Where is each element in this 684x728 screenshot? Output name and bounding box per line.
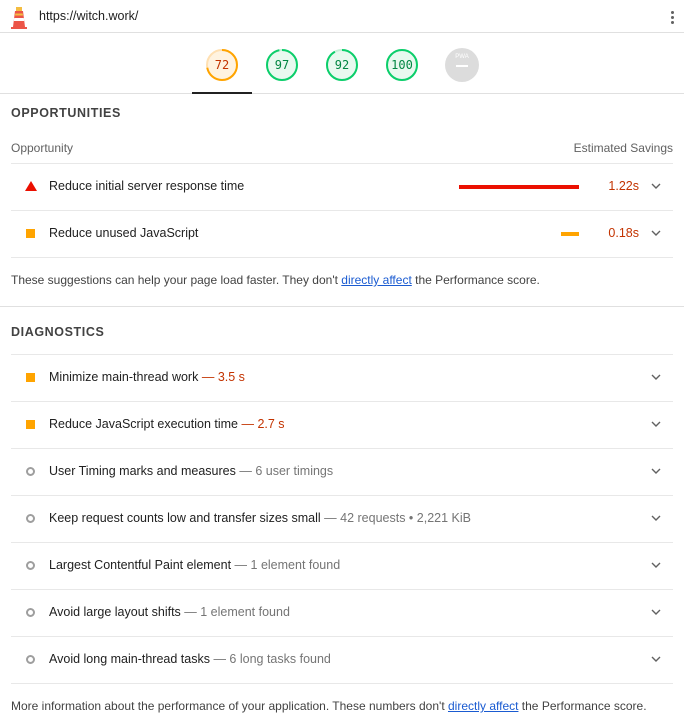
savings-bar <box>561 232 579 236</box>
chevron-down-icon[interactable] <box>651 654 661 664</box>
note-text: the Performance score. <box>411 273 540 287</box>
score-value: 97 <box>274 58 290 72</box>
diagnostic-row[interactable]: User Timing marks and measures — 6 user … <box>11 448 673 495</box>
diagnostic-separator: — <box>231 558 251 572</box>
average-square-icon <box>26 373 35 382</box>
diagnostic-title-text: Avoid large layout shifts <box>49 605 181 619</box>
diagnostic-title: Largest Contentful Paint element — 1 ele… <box>49 558 340 572</box>
opportunity-row-server-response[interactable]: Reduce initial server response time 1.22… <box>11 163 673 210</box>
score-gauge-performance[interactable]: 72 <box>205 48 239 82</box>
opportunity-row-unused-js[interactable]: Reduce unused JavaScript 0.18s <box>11 210 673 257</box>
info-circle-icon <box>26 467 35 476</box>
diagnostic-display-value: 42 requests • 2,221 KiB <box>340 511 471 525</box>
diagnostic-display-value: 6 long tasks found <box>229 652 331 666</box>
fail-triangle-icon <box>25 181 37 191</box>
savings-bar <box>459 185 579 189</box>
page-url: https://witch.work/ <box>39 9 139 23</box>
opportunity-title: Reduce unused JavaScript <box>49 226 199 240</box>
divider <box>11 257 673 258</box>
active-tab-indicator <box>192 92 252 94</box>
top-bar: https://witch.work/ <box>0 0 684 33</box>
score-gauges: 72 97 92 100 PWA <box>0 34 684 94</box>
diagnostic-row[interactable]: Minimize main-thread work — 3.5 s <box>11 354 673 401</box>
note-text: More information about the performance o… <box>11 699 448 713</box>
savings-value: 1.22s <box>608 179 639 193</box>
chevron-down-icon[interactable] <box>651 228 661 238</box>
note-text: These suggestions can help your page loa… <box>11 273 342 287</box>
diagnostic-title: Avoid large layout shifts — 1 element fo… <box>49 605 290 619</box>
note-text: the Performance score. <box>518 699 647 713</box>
diagnostics-note: More information about the performance o… <box>11 699 647 713</box>
diagnostic-title: Minimize main-thread work — 3.5 s <box>49 370 245 384</box>
directly-affect-link[interactable]: directly affect <box>448 699 518 713</box>
chevron-down-icon[interactable] <box>651 560 661 570</box>
diagnostic-title-text: Keep request counts low and transfer siz… <box>49 511 321 525</box>
opportunities-note: These suggestions can help your page loa… <box>11 273 540 287</box>
diagnostic-title: Keep request counts low and transfer siz… <box>49 511 471 525</box>
estimated-savings-column-header: Estimated Savings <box>573 141 673 155</box>
info-circle-icon <box>26 655 35 664</box>
average-square-icon <box>26 229 35 238</box>
diagnostic-separator: — <box>180 605 201 619</box>
diagnostic-title-text: Reduce JavaScript execution time <box>49 417 238 431</box>
section-divider <box>0 306 684 307</box>
diagnostic-title-text: Minimize main-thread work <box>49 370 199 384</box>
diagnostic-title-text: User Timing marks and measures <box>49 464 236 478</box>
diagnostic-title: Avoid long main-thread tasks — 6 long ta… <box>49 652 331 666</box>
pwa-dash <box>456 65 468 67</box>
info-circle-icon <box>26 561 35 570</box>
diagnostic-title-text: Largest Contentful Paint element <box>49 558 232 572</box>
chevron-down-icon[interactable] <box>651 513 661 523</box>
opportunity-column-header: Opportunity <box>11 141 74 155</box>
score-value: 92 <box>334 58 350 72</box>
diagnostic-row[interactable]: Reduce JavaScript execution time — 2.7 s <box>11 401 673 448</box>
diagnostic-separator: — <box>198 370 218 384</box>
info-circle-icon <box>26 608 35 617</box>
diagnostic-separator: — <box>235 464 256 478</box>
diagnostic-title: Reduce JavaScript execution time — 2.7 s <box>49 417 285 431</box>
chevron-down-icon[interactable] <box>651 372 661 382</box>
savings-value: 0.18s <box>608 226 639 240</box>
kebab-menu-icon[interactable] <box>664 7 680 27</box>
opportunities-heading: OPPORTUNITIES <box>11 106 121 120</box>
diagnostic-row[interactable]: Avoid large layout shifts — 1 element fo… <box>11 589 673 636</box>
pwa-badge-icon: PWA <box>445 48 479 82</box>
score-gauge-pwa[interactable]: PWA <box>445 48 479 82</box>
divider <box>11 683 673 684</box>
diagnostic-separator: — <box>209 652 230 666</box>
pwa-label: PWA <box>455 54 469 60</box>
diagnostic-display-value: 1 element found <box>250 558 341 572</box>
chevron-down-icon[interactable] <box>651 466 661 476</box>
score-value: 100 <box>391 58 413 72</box>
diagnostic-display-value: 6 user timings <box>255 464 334 478</box>
lighthouse-logo-icon[interactable] <box>9 5 29 29</box>
info-circle-icon <box>26 514 35 523</box>
chevron-down-icon[interactable] <box>651 607 661 617</box>
diagnostics-heading: DIAGNOSTICS <box>11 325 105 339</box>
diagnostic-separator: — <box>237 417 258 431</box>
score-value: 72 <box>214 58 230 72</box>
diagnostic-display-value: 1 element found <box>200 605 290 619</box>
chevron-down-icon[interactable] <box>651 181 661 191</box>
average-square-icon <box>26 420 35 429</box>
diagnostic-separator: — <box>320 511 341 525</box>
score-gauge-accessibility[interactable]: 97 <box>265 48 299 82</box>
opportunity-title: Reduce initial server response time <box>49 179 245 193</box>
diagnostic-title: User Timing marks and measures — 6 user … <box>49 464 333 478</box>
diagnostic-row[interactable]: Avoid long main-thread tasks — 6 long ta… <box>11 636 673 683</box>
diagnostic-row[interactable]: Keep request counts low and transfer siz… <box>11 495 673 542</box>
diagnostic-display-value: 2.7 s <box>257 417 285 431</box>
directly-affect-link[interactable]: directly affect <box>341 273 411 287</box>
diagnostic-display-value: 3.5 s <box>217 370 245 384</box>
score-gauge-best-practices[interactable]: 92 <box>325 48 359 82</box>
score-gauge-seo[interactable]: 100 <box>385 48 419 82</box>
diagnostic-row[interactable]: Largest Contentful Paint element — 1 ele… <box>11 542 673 589</box>
diagnostic-title-text: Avoid long main-thread tasks <box>49 652 210 666</box>
chevron-down-icon[interactable] <box>651 419 661 429</box>
